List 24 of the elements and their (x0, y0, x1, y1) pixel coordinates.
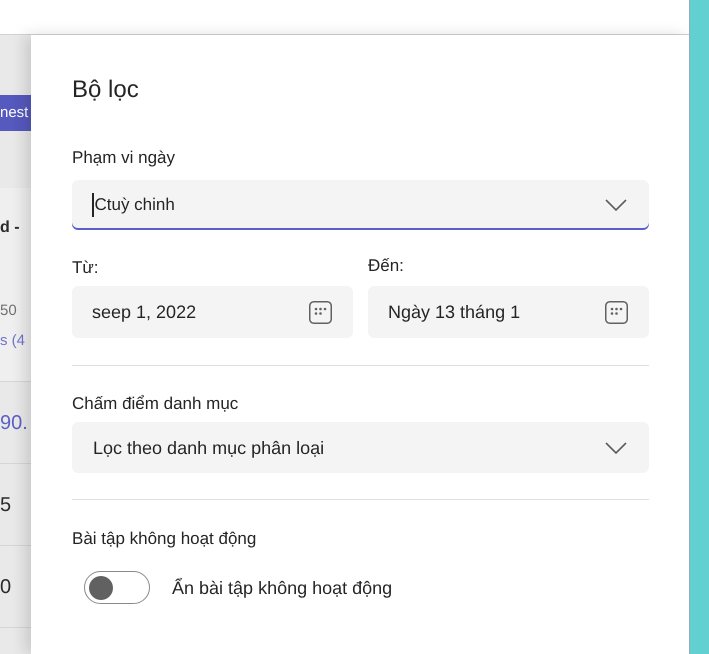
end-date-field[interactable]: Ngày 13 tháng 1 (368, 286, 649, 338)
field-label: Phạm vi ngày (72, 147, 175, 169)
category-dropdown[interactable]: Lọc theo danh mục phân loại (72, 422, 649, 473)
panel-title: Bộ lọc (72, 75, 139, 105)
card-link[interactable]: s (4 (0, 330, 31, 352)
date-range-dropdown[interactable]: Ctuỳ chinh (72, 180, 649, 230)
section-label: Bài tập không hoạt động (72, 528, 256, 550)
card-title: d - (0, 218, 21, 238)
chevron-down-icon (605, 199, 627, 211)
text-cursor (92, 193, 94, 217)
toggle-switch[interactable] (84, 571, 150, 604)
score-text: 0 (0, 574, 12, 600)
score-link[interactable]: 90. (0, 408, 28, 436)
field-label: Từ: (72, 257, 98, 279)
field-label: Chấm điểm danh mục (72, 393, 238, 415)
card-meta-text: 50 (0, 301, 18, 321)
calendar-icon[interactable] (309, 300, 332, 324)
background-button[interactable]: nest (0, 95, 31, 131)
score-text: 5 (0, 492, 12, 518)
chevron-down-icon (605, 442, 627, 454)
field-label: Đến: (368, 255, 404, 277)
toggle-label: Ẩn bài tập không hoạt động (172, 576, 392, 600)
start-date-field[interactable]: seep 1, 2022 (72, 286, 353, 338)
calendar-icon[interactable] (605, 300, 628, 324)
